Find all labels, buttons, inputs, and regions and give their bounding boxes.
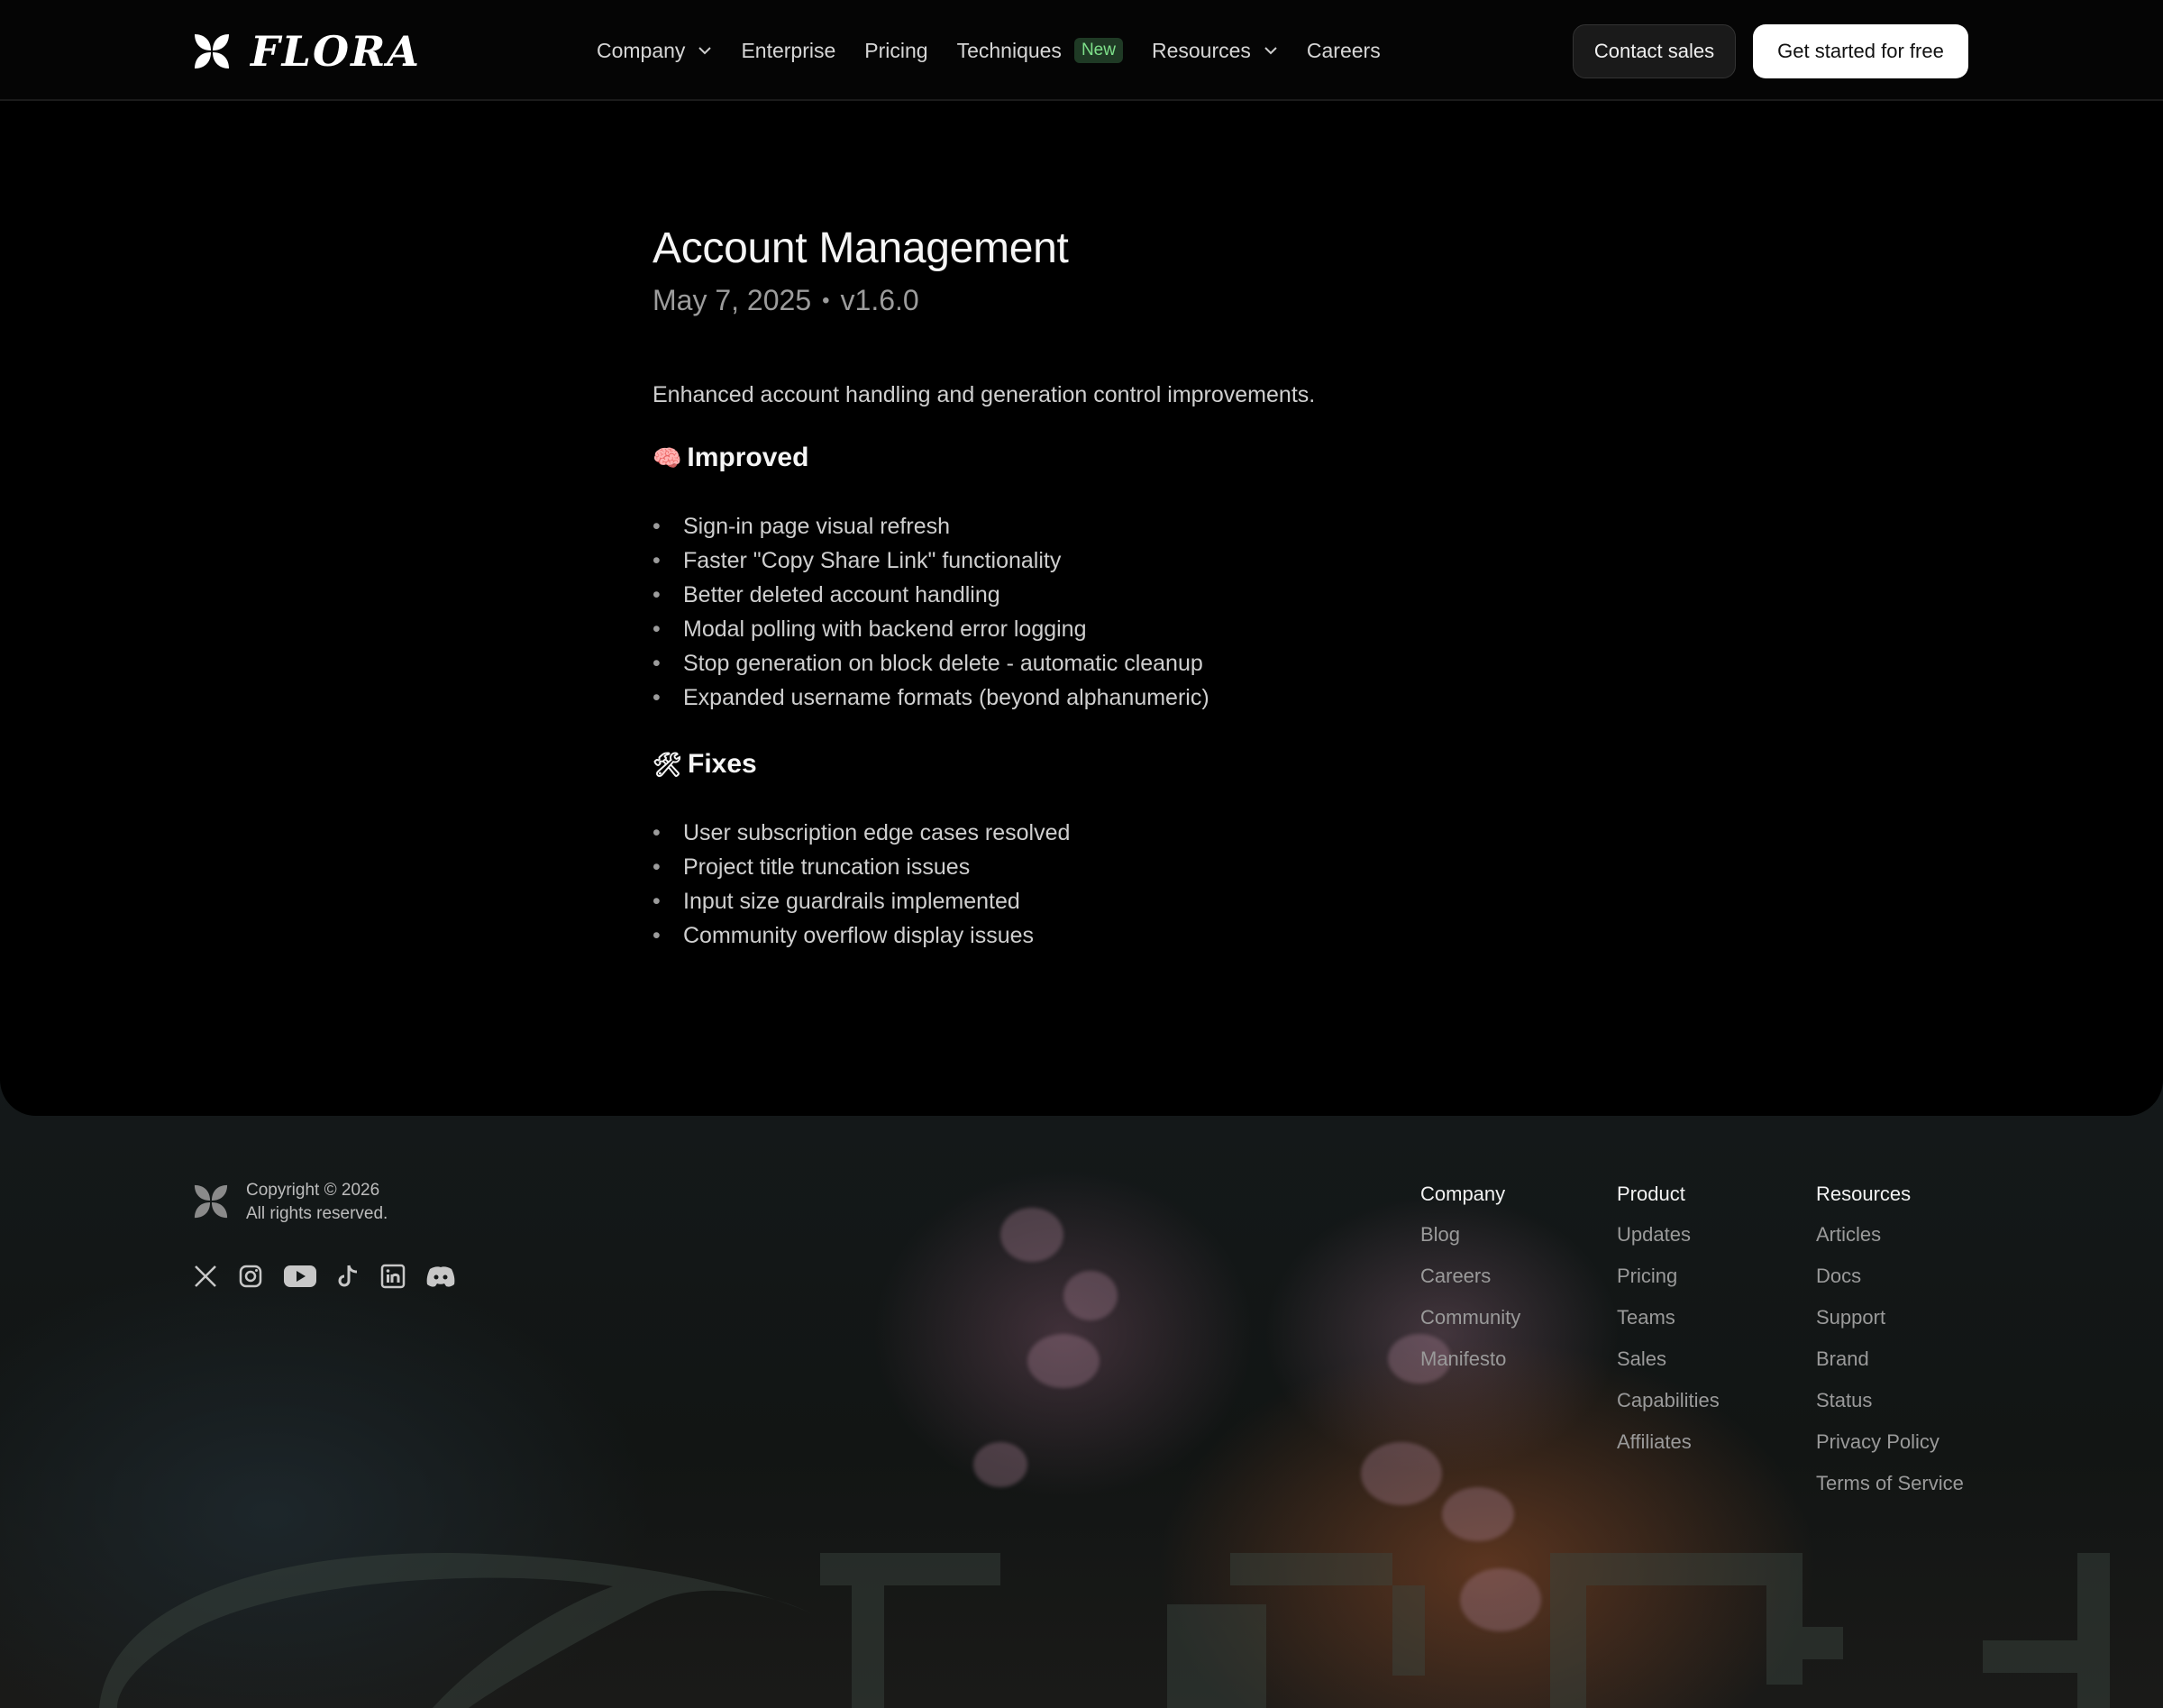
nav-item-label: Enterprise <box>741 38 836 62</box>
copyright-line: Copyright © 2026 <box>246 1181 380 1200</box>
nav-item-resources[interactable]: Resources <box>1152 39 1278 63</box>
changelog-article: Account Management May 7, 2025 • v1.6.0 … <box>653 224 1554 953</box>
footer-logo-icon[interactable] <box>193 1183 229 1220</box>
footer-link-careers[interactable]: Careers <box>1420 1264 1520 1305</box>
footer-link-sales[interactable]: Sales <box>1617 1347 1720 1388</box>
social-links <box>193 1264 456 1289</box>
footer-link-affiliates[interactable]: Affiliates <box>1617 1429 1720 1471</box>
section-title: Improved <box>687 443 809 473</box>
x-icon[interactable] <box>193 1264 218 1289</box>
fixes-list: User subscription edge cases resolved Pr… <box>653 816 1554 953</box>
footer-link-support[interactable]: Support <box>1816 1305 1964 1347</box>
rights-line: All rights reserved. <box>246 1204 388 1223</box>
nav-item-label: Techniques <box>956 38 1062 62</box>
footer-link-terms-of-service[interactable]: Terms of Service <box>1816 1471 1964 1512</box>
brain-icon: 🧠 <box>653 443 682 471</box>
footer-link-brand[interactable]: Brand <box>1816 1347 1964 1388</box>
copyright-text: Copyright © 2026 All rights reserved. <box>246 1179 388 1226</box>
decorative-flower <box>1063 1271 1118 1320</box>
list-item: Sign-in page visual refresh <box>653 509 1554 543</box>
improved-list: Sign-in page visual refresh Faster "Copy… <box>653 509 1554 715</box>
footer-link-docs[interactable]: Docs <box>1816 1264 1964 1305</box>
footer-column-heading: Company <box>1420 1183 1506 1205</box>
decorative-flower <box>1000 1208 1063 1262</box>
brand-logo[interactable]: FLORA <box>193 31 421 72</box>
footer-link-pricing[interactable]: Pricing <box>1617 1264 1720 1305</box>
instagram-icon[interactable] <box>238 1264 263 1289</box>
nav-item-techniques[interactable]: Techniques New <box>957 38 1123 63</box>
nav-item-label: Pricing <box>864 38 928 62</box>
main-content: Account Management May 7, 2025 • v1.6.0 … <box>0 0 2163 1116</box>
list-item: Modal polling with backend error logging <box>653 612 1554 646</box>
nav-item-careers[interactable]: Careers <box>1307 39 1381 63</box>
release-version: v1.6.0 <box>840 284 919 317</box>
footer-link-privacy-policy[interactable]: Privacy Policy <box>1816 1429 1964 1471</box>
fixes-heading: 🛠 Fixes <box>653 749 1554 780</box>
new-badge: New <box>1073 38 1123 63</box>
tools-icon: 🛠 <box>653 750 683 778</box>
footer-link-capabilities[interactable]: Capabilities <box>1617 1388 1720 1429</box>
list-item: Project title truncation issues <box>653 850 1554 884</box>
footer-column-resources: Resources Articles Docs Support Brand St… <box>1816 1183 1964 1512</box>
nav-item-company[interactable]: Company <box>597 39 712 63</box>
footer-link-teams[interactable]: Teams <box>1617 1305 1720 1347</box>
footer-column-heading: Product <box>1617 1183 1685 1205</box>
footer-link-articles[interactable]: Articles <box>1816 1222 1964 1264</box>
main-menu: Company Enterprise Pricing Techniques Ne… <box>597 0 1410 101</box>
list-item: Better deleted account handling <box>653 578 1554 612</box>
brand-wordmark: FLORA <box>251 27 421 76</box>
footer-link-blog[interactable]: Blog <box>1420 1222 1520 1264</box>
get-started-button[interactable]: Get started for free <box>1753 24 1968 78</box>
list-item: Input size guardrails implemented <box>653 884 1554 918</box>
tiktok-icon[interactable] <box>337 1264 360 1289</box>
footer-column-company: Company Blog Careers Community Manifesto <box>1420 1183 1520 1388</box>
nav-item-enterprise[interactable]: Enterprise <box>741 39 835 63</box>
top-navigation: FLORA Company Enterprise Pricing Techniq… <box>0 0 2163 101</box>
contact-sales-button[interactable]: Contact sales <box>1573 24 1736 78</box>
footer-wordmark-decoration <box>99 1552 2110 1708</box>
release-summary: Enhanced account handling and generation… <box>653 382 1316 408</box>
section-title: Fixes <box>688 749 757 780</box>
footer-column-heading: Resources <box>1816 1183 1912 1205</box>
youtube-icon[interactable] <box>283 1264 317 1289</box>
chevron-down-icon <box>1264 47 1277 55</box>
improved-heading: 🧠 Improved <box>653 443 1554 473</box>
nav-item-label: Company <box>597 38 686 62</box>
footer-link-community[interactable]: Community <box>1420 1305 1520 1347</box>
list-item: Community overflow display issues <box>653 918 1554 953</box>
footer-link-updates[interactable]: Updates <box>1617 1222 1720 1264</box>
discord-icon[interactable] <box>425 1264 456 1289</box>
flora-logo-icon <box>195 34 229 69</box>
list-item: Expanded username formats (beyond alphan… <box>653 680 1554 715</box>
footer-column-product: Product Updates Pricing Teams Sales Capa… <box>1617 1183 1720 1471</box>
footer-link-manifesto[interactable]: Manifesto <box>1420 1347 1520 1388</box>
release-meta: May 7, 2025 • v1.6.0 <box>653 284 1554 317</box>
nav-item-label: Careers <box>1306 38 1381 62</box>
decorative-flower <box>1027 1334 1100 1388</box>
list-item: Stop generation on block delete - automa… <box>653 646 1554 680</box>
footer-link-status[interactable]: Status <box>1816 1388 1964 1429</box>
nav-item-pricing[interactable]: Pricing <box>864 39 927 63</box>
nav-item-label: Resources <box>1151 38 1251 62</box>
linkedin-icon[interactable] <box>380 1264 406 1289</box>
page-title: Account Management <box>653 224 1069 272</box>
list-item: Faster "Copy Share Link" functionality <box>653 543 1554 578</box>
meta-separator: • <box>822 288 830 313</box>
chevron-down-icon <box>698 47 712 55</box>
release-date: May 7, 2025 <box>653 284 812 317</box>
list-item: User subscription edge cases resolved <box>653 816 1554 850</box>
